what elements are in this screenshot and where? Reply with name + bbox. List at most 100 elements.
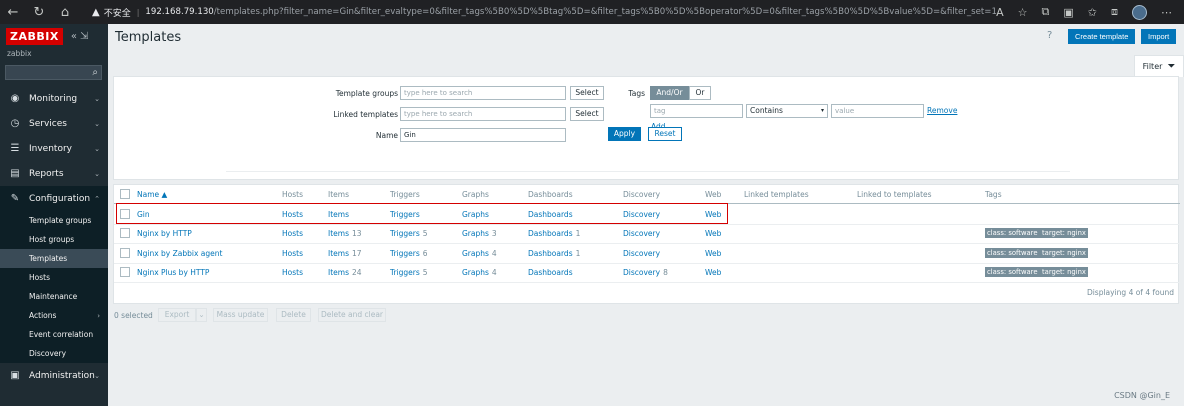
dashboards-link-label: Dashboards [528, 268, 573, 277]
web-link[interactable]: Web [705, 229, 721, 238]
submenu-template-groups[interactable]: Template groups [0, 211, 108, 230]
url-path: /templates.php?filter_name=Gin&filter_ev… [213, 7, 997, 17]
tags-andor-toggle[interactable]: And/Or [650, 86, 689, 100]
triggers-link[interactable]: Triggers 5 [390, 268, 428, 277]
menu-services[interactable]: ◷ Services ⌄ [0, 111, 108, 136]
linked-templates-input[interactable]: type here to search [400, 107, 566, 121]
import-button[interactable]: Import [1141, 29, 1177, 44]
tag-badge[interactable]: class: software [985, 248, 1040, 258]
filter-tab[interactable]: Filter ⏷ [1134, 55, 1184, 77]
tag-badge[interactable]: class: software [985, 267, 1040, 277]
tag-badge[interactable]: target: nginx [1040, 248, 1088, 258]
collapse-sidebar-icon[interactable]: «⇲ [71, 31, 92, 42]
filter-panel: Template groups type here to search Sele… [113, 76, 1179, 180]
tag-operator-select[interactable]: Contains ▾ [746, 104, 828, 118]
items-link[interactable]: Items 24 [328, 268, 362, 277]
submenu-label: Actions [29, 311, 57, 320]
graphs-link[interactable]: Graphs 3 [462, 229, 497, 238]
delete-button[interactable]: Delete [276, 308, 311, 322]
submenu-templates[interactable]: Templates [0, 249, 108, 268]
web-link[interactable]: Web [705, 249, 721, 258]
mass-update-button[interactable]: Mass update [213, 308, 268, 322]
graphs-link[interactable]: Graphs 4 [462, 268, 497, 277]
hosts-link[interactable]: Hosts [282, 229, 303, 238]
favorites-icon[interactable]: ✩ [1088, 6, 1097, 19]
submenu-maintenance[interactable]: Maintenance [0, 287, 108, 306]
profile-avatar[interactable] [1132, 4, 1147, 20]
dashboards-link[interactable]: Dashboards 1 [528, 229, 580, 238]
name-input[interactable]: Gin [400, 128, 566, 142]
menu-monitoring[interactable]: ◉ Monitoring ⌄ [0, 86, 108, 111]
discovery-link[interactable]: Discovery [623, 249, 660, 258]
reload-icon[interactable]: ↻ [26, 0, 52, 24]
chevron-down-icon: ⌄ [94, 119, 100, 128]
tag-badge[interactable]: class: software [985, 228, 1040, 238]
export-button[interactable]: Export [158, 308, 196, 322]
submenu-event-correlation[interactable]: Event correlation [0, 325, 108, 344]
tag-operator-value: Contains [750, 106, 783, 115]
tabs-icon[interactable]: ⧈ [1111, 5, 1118, 19]
select-all-checkbox[interactable] [120, 189, 130, 199]
tag-name-input[interactable]: tag [650, 104, 743, 118]
menu-administration[interactable]: ▣ Administration ⌄ [0, 363, 108, 388]
apply-button[interactable]: Apply [608, 127, 641, 141]
tag-badge[interactable]: target: nginx [1040, 228, 1088, 238]
paging-summary: Displaying 4 of 4 found [1086, 288, 1174, 297]
address-bar[interactable]: 192.168.79.130/templates.php?filter_name… [145, 7, 997, 17]
read-aloud-icon[interactable]: A [996, 6, 1004, 19]
hosts-link[interactable]: Hosts [282, 268, 303, 277]
create-template-button[interactable]: Create template [1068, 29, 1136, 44]
template-groups-select-button[interactable]: Select [570, 86, 604, 100]
items-link[interactable]: Items 13 [328, 229, 362, 238]
zabbix-logo[interactable]: ZABBIX [6, 27, 63, 45]
discovery-link[interactable]: Discovery [623, 229, 660, 238]
menu-label: Configuration [29, 193, 91, 204]
discovery-link[interactable]: Discovery 8 [623, 268, 668, 277]
name-link[interactable]: Nginx Plus by HTTP [137, 268, 209, 277]
row-checkbox[interactable] [120, 267, 130, 277]
row-checkbox[interactable] [120, 248, 130, 258]
back-arrow-icon[interactable]: ← [0, 0, 26, 24]
security-label[interactable]: 不安全 [104, 6, 131, 19]
web-link[interactable]: Web [705, 268, 721, 277]
linked-templates-select-button[interactable]: Select [570, 107, 604, 121]
favorite-icon[interactable]: ☆ [1018, 6, 1028, 19]
warning-icon[interactable]: ▲ [92, 7, 100, 18]
column-header-name[interactable]: Name ▲ [137, 190, 167, 199]
collections-icon[interactable]: ▣ [1063, 6, 1073, 19]
name-link[interactable]: Nginx by Zabbix agent [137, 249, 222, 258]
tag-badge[interactable]: target: nginx [1040, 267, 1088, 277]
row-checkbox[interactable] [120, 228, 130, 238]
graphs-link-count: 4 [491, 249, 497, 258]
more-icon[interactable]: ⋯ [1161, 6, 1172, 19]
export-dropdown-icon[interactable]: ⌄ [196, 308, 207, 322]
submenu-actions[interactable]: Actions › [0, 306, 108, 325]
submenu-hosts[interactable]: Hosts [0, 268, 108, 287]
triggers-link[interactable]: Triggers 5 [390, 229, 428, 238]
extensions-icon[interactable]: ⧉ [1042, 5, 1050, 19]
help-icon[interactable]: ? [1047, 30, 1052, 41]
remove-tag-link[interactable]: Remove [927, 106, 957, 115]
reset-button[interactable]: Reset [648, 127, 682, 141]
column-header-graphs: Graphs [462, 190, 489, 199]
column-header-web: Web [705, 190, 722, 199]
tags-or-toggle[interactable]: Or [689, 86, 711, 100]
name-link[interactable]: Nginx by HTTP [137, 229, 192, 238]
menu-inventory[interactable]: ☰ Inventory ⌄ [0, 136, 108, 161]
graphs-link[interactable]: Graphs 4 [462, 249, 497, 258]
hosts-link[interactable]: Hosts [282, 249, 303, 258]
items-link[interactable]: Items 17 [328, 249, 362, 258]
search-icon[interactable]: ⌕ [92, 66, 98, 80]
delete-and-clear-button[interactable]: Delete and clear [318, 308, 386, 322]
dashboards-link[interactable]: Dashboards [528, 268, 573, 277]
sidebar-search-input[interactable]: ⌕ [5, 65, 102, 80]
submenu-discovery[interactable]: Discovery [0, 344, 108, 363]
tag-value-input[interactable]: value [831, 104, 924, 118]
template-groups-input[interactable]: type here to search [400, 86, 566, 100]
menu-configuration[interactable]: ✎ Configuration ⌃ [0, 186, 108, 211]
dashboards-link[interactable]: Dashboards 1 [528, 249, 580, 258]
menu-reports[interactable]: ▤ Reports ⌄ [0, 161, 108, 186]
triggers-link[interactable]: Triggers 6 [390, 249, 428, 258]
submenu-host-groups[interactable]: Host groups [0, 230, 108, 249]
home-icon[interactable]: ⌂ [52, 0, 78, 24]
